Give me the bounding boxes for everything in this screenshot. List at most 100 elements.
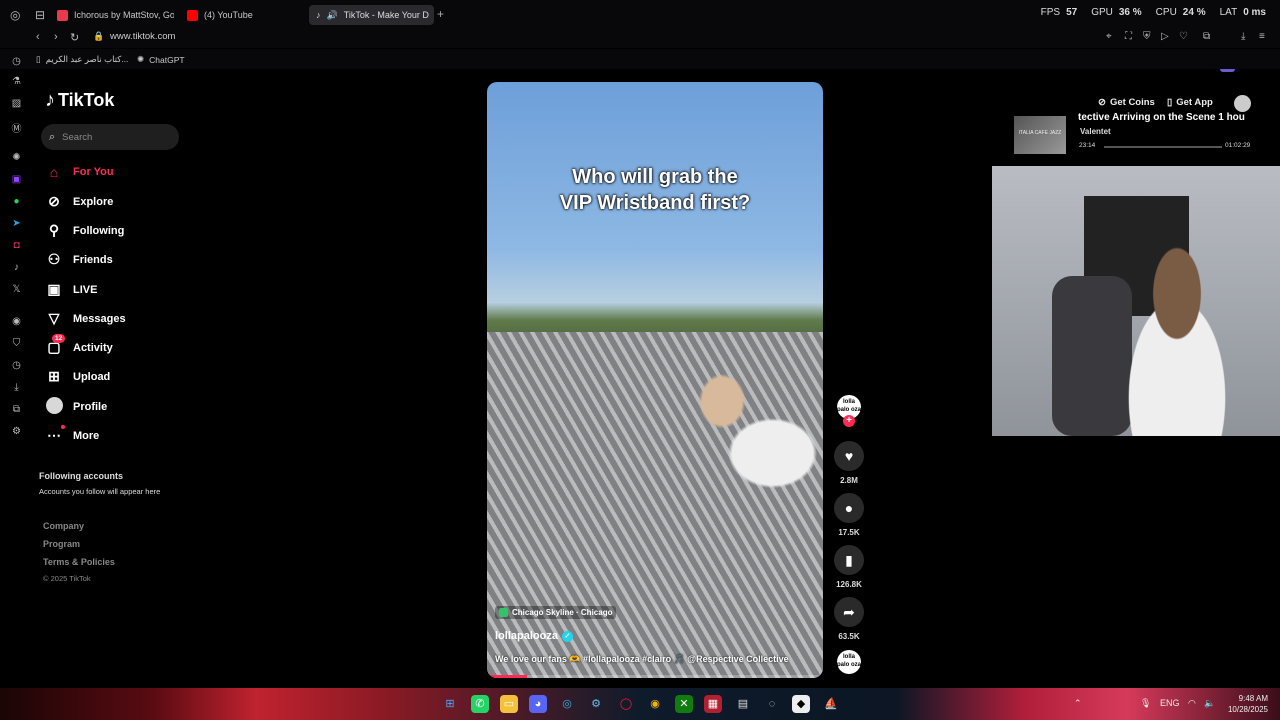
xbox-icon[interactable]: ✕ bbox=[675, 695, 693, 713]
footer-company[interactable]: Company bbox=[43, 521, 84, 531]
follow-plus-icon[interactable]: + bbox=[843, 415, 855, 427]
extensions-icon[interactable]: ⧉ bbox=[10, 404, 23, 415]
bookmark-chatgpt[interactable]: ✺ ChatGPT bbox=[137, 54, 185, 65]
gx-control-icon[interactable]: ⚗ bbox=[10, 76, 23, 87]
share-button[interactable]: ➦ bbox=[834, 597, 864, 627]
new-tab-icon[interactable]: + bbox=[437, 7, 444, 21]
app-icon[interactable]: ▦ bbox=[704, 695, 722, 713]
user-avatar[interactable] bbox=[1234, 95, 1251, 112]
tab-youtube[interactable]: (4) YouTube bbox=[180, 5, 300, 25]
bookmarks-icon[interactable]: ⛉ bbox=[10, 338, 23, 349]
epic-games-icon[interactable]: ▤ bbox=[734, 695, 752, 713]
get-app-button[interactable]: ▯ Get App bbox=[1167, 97, 1213, 108]
download-icon[interactable]: ⤓ bbox=[1241, 31, 1245, 42]
steam-icon[interactable]: ⚙ bbox=[587, 695, 605, 713]
windows-start-icon[interactable]: ⊞ bbox=[441, 695, 459, 713]
notification-dot bbox=[61, 425, 65, 429]
opera-gx-logo-icon[interactable]: ◎ bbox=[10, 8, 20, 22]
spotify-icon[interactable]: ◉ bbox=[10, 316, 23, 327]
opera-gx-icon[interactable]: ◯ bbox=[617, 695, 635, 713]
nav-for-you[interactable]: ⌂ For You bbox=[45, 164, 114, 180]
screenshot-icon[interactable]: ⛶ bbox=[1125, 31, 1132, 42]
comment-button[interactable]: ● bbox=[834, 493, 864, 523]
chatgpt-icon[interactable]: ✺ bbox=[10, 152, 23, 163]
video-description[interactable]: We love our fans 🫶 #lollapalooza #clairo… bbox=[495, 654, 789, 665]
tab-menu-icon[interactable]: ⊟ bbox=[35, 8, 45, 22]
tab-tiktok[interactable]: ♪ 🔊 TikTok - Make Your D bbox=[309, 5, 434, 25]
app-icon[interactable]: ⛵ bbox=[822, 695, 840, 713]
pin-icon[interactable]: ⌖ bbox=[1106, 31, 1112, 42]
bookmarks-bar: ▯ كتاب ناصر عبد الكريم... ✺ ChatGPT bbox=[0, 49, 1280, 69]
gx-mods-icon[interactable]: Ⓜ bbox=[10, 120, 23, 135]
nav-explore[interactable]: ⊘ Explore bbox=[45, 193, 113, 210]
gx-cleaner-icon[interactable]: ▨ bbox=[10, 98, 23, 109]
back-icon[interactable]: ‹ bbox=[36, 31, 40, 43]
heart-icon[interactable]: ♡ bbox=[1179, 31, 1188, 42]
app-icon[interactable]: ◆ bbox=[792, 695, 810, 713]
telegram-icon[interactable]: ➤ bbox=[10, 218, 23, 229]
like-button[interactable]: ♥ bbox=[834, 441, 864, 471]
whatsapp-icon[interactable]: ● bbox=[10, 196, 23, 207]
lock-icon[interactable]: 🔒 bbox=[93, 31, 104, 42]
system-clock[interactable]: 9:48 AM 10/28/2025 bbox=[1226, 693, 1268, 715]
tab-ichorous[interactable]: Ichorous by MattStov, Go bbox=[50, 5, 174, 25]
microphone-icon[interactable]: 🎙 bbox=[1140, 698, 1151, 709]
bookmark-nasser[interactable]: ▯ كتاب ناصر عبد الكريم... bbox=[36, 54, 128, 65]
tiktok-logo[interactable]: ♪ TikTok bbox=[45, 89, 114, 112]
live-icon: ▣ bbox=[47, 281, 61, 297]
nav-profile[interactable]: Profile bbox=[45, 397, 107, 417]
nav-following[interactable]: ⚲ Following bbox=[45, 222, 124, 239]
clock-icon[interactable]: ◷ bbox=[10, 360, 23, 371]
get-app-label: Get App bbox=[1176, 97, 1213, 108]
get-coins-button[interactable]: ⊘ Get Coins bbox=[1098, 97, 1155, 108]
forward-icon[interactable]: › bbox=[54, 31, 58, 43]
footer-terms[interactable]: Terms & Policies bbox=[43, 557, 115, 567]
history-icon[interactable]: ◷ bbox=[10, 56, 23, 67]
comment-count: 17.5K bbox=[838, 528, 860, 537]
url-field[interactable]: www.tiktok.com bbox=[110, 31, 175, 42]
video-progress-bar[interactable] bbox=[487, 675, 823, 678]
nav-messages[interactable]: ▽ Messages bbox=[45, 310, 126, 327]
file-explorer-icon[interactable]: ▭ bbox=[500, 695, 518, 713]
gx-stats: FPS 57 GPU 36 % CPU 24 % LAT 0 ms bbox=[1041, 7, 1266, 18]
shield-icon[interactable]: ⛨ bbox=[1143, 31, 1151, 42]
wifi-icon[interactable]: ◠ bbox=[1188, 698, 1196, 709]
nav-live[interactable]: ▣ LIVE bbox=[45, 281, 97, 298]
twitch-icon[interactable]: ▣ bbox=[10, 174, 23, 185]
menu-icon[interactable]: ≡ bbox=[1259, 31, 1265, 42]
play-icon[interactable]: ▷ bbox=[1161, 31, 1169, 42]
chrome-icon[interactable]: ◉ bbox=[646, 695, 664, 713]
reload-icon[interactable]: ↻ bbox=[70, 31, 79, 44]
video-player[interactable]: Who will grab the VIP Wristband first? C… bbox=[487, 82, 823, 678]
discord-icon[interactable]: ◕ bbox=[529, 695, 547, 713]
extensions-icon[interactable]: ⧉ bbox=[1203, 31, 1210, 42]
video-progress-fill bbox=[487, 675, 528, 678]
nav-upload[interactable]: ⊞ Upload bbox=[45, 368, 110, 385]
footer-program[interactable]: Program bbox=[43, 539, 80, 549]
save-button[interactable]: ▮ bbox=[834, 545, 864, 575]
whatsapp-icon[interactable]: ✆ bbox=[471, 695, 489, 713]
video-author[interactable]: lollapalooza ✓ bbox=[495, 630, 573, 642]
location-tag[interactable]: Chicago Skyline · Chicago bbox=[495, 606, 617, 619]
search-input[interactable] bbox=[62, 131, 163, 143]
downloads-icon[interactable]: ⤓ bbox=[10, 382, 23, 393]
app-icon[interactable]: ◌ bbox=[763, 695, 781, 713]
media-player-overlay[interactable]: ITALIA CAFE JAZZ tective Arriving on the… bbox=[1012, 112, 1280, 158]
volume-icon[interactable]: 🔈 bbox=[1204, 698, 1215, 709]
search-box[interactable]: ⌕ bbox=[41, 124, 179, 150]
nav-friends[interactable]: ⚇ Friends bbox=[45, 251, 113, 268]
x-icon[interactable]: 𝕏 bbox=[10, 284, 23, 295]
edge-icon[interactable]: ◎ bbox=[558, 695, 576, 713]
language-indicator[interactable]: ENG bbox=[1160, 698, 1180, 708]
tiktok-icon[interactable]: ♪ bbox=[10, 262, 23, 273]
speaker-icon[interactable]: 🔊 bbox=[327, 10, 338, 21]
tiktok-favicon-icon: ♪ bbox=[316, 10, 321, 20]
tray-chevron-icon[interactable]: ⌃ bbox=[1074, 698, 1082, 709]
media-seek-bar[interactable] bbox=[1104, 146, 1222, 148]
video-overlay-text: Who will grab the VIP Wristband first? bbox=[487, 164, 823, 216]
sound-disc[interactable]: lolla palo oza bbox=[837, 650, 861, 674]
nav-activity[interactable]: ▢ 12 Activity bbox=[45, 334, 113, 356]
settings-icon[interactable]: ⚙ bbox=[10, 426, 23, 437]
instagram-icon[interactable]: ◘ bbox=[10, 240, 23, 251]
nav-more[interactable]: ⋯ More bbox=[45, 425, 99, 444]
